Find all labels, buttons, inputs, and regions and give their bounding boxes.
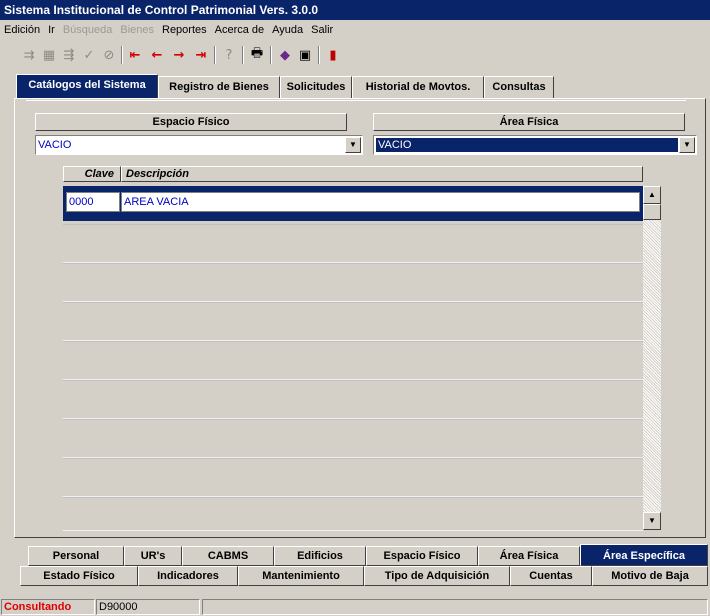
title-bar: Sistema Institucional de Control Patrimo… [0,0,710,20]
table-row[interactable] [63,497,643,531]
tab-edificios[interactable]: Edificios [274,546,366,566]
duplicate-record-icon[interactable]: ▦ [40,46,58,64]
espacio-fisico-header: Espacio Físico [35,113,347,131]
tab-area-especifica[interactable]: Área Específica [580,544,708,566]
espacio-fisico-select[interactable]: VACIO ▼ [35,135,363,155]
menu-bienes[interactable]: Bienes [116,20,158,40]
exit-door-icon[interactable]: ▮ [324,46,342,64]
insert-record-icon[interactable]: ⇉ [20,46,38,64]
cell-clave[interactable]: 0000 [66,192,120,212]
tab-urs[interactable]: UR's [124,546,182,566]
tab-area-fisica[interactable]: Área Física [478,546,580,566]
toolbar-separator [242,46,244,64]
menu-busqueda[interactable]: Búsqueda [59,20,117,40]
tab-cabms[interactable]: CABMS [182,546,274,566]
status-mode: Consultando [1,599,95,615]
tab-historial[interactable]: Historial de Movtos. [352,76,484,98]
tab-consultas[interactable]: Consultas [484,76,554,98]
table-row[interactable] [63,224,643,263]
tab-estado-fisico[interactable]: Estado Físico [20,566,138,586]
menu-edicion[interactable]: Edición [0,20,44,40]
first-record-icon[interactable]: ⇤ [126,46,144,64]
scroll-down-icon[interactable]: ▼ [643,512,661,530]
tab-indicadores[interactable]: Indicadores [138,566,238,586]
cancel-icon[interactable]: ⊘ [100,46,118,64]
tab-solicitudes[interactable]: Solicitudes [280,76,352,98]
tab-personal[interactable]: Personal [28,546,124,566]
last-record-icon[interactable]: ⇥ [192,46,210,64]
table-row[interactable] [63,380,643,419]
toolbar-separator [270,46,272,64]
save-icon[interactable]: ▣ [296,46,314,64]
status-code: D90000 [96,599,200,615]
menu-acerca-de[interactable]: Acerca de [211,20,269,40]
menu-salir[interactable]: Salir [307,20,337,40]
area-fisica-header: Área Física [373,113,685,131]
tab-cuentas[interactable]: Cuentas [510,566,592,586]
scroll-thumb[interactable] [643,204,661,220]
toolbar-separator [318,46,320,64]
cell-descripcion[interactable]: AREA VACIA [121,192,640,212]
previous-record-icon[interactable]: ← [148,46,166,64]
table-row[interactable] [63,302,643,341]
chevron-down-icon[interactable]: ▼ [345,137,361,153]
accept-icon[interactable]: ✓ [80,46,98,64]
delete-record-icon[interactable]: ⇶ [60,46,78,64]
status-bar: Consultando D90000 [0,598,710,616]
table-row[interactable] [63,419,643,458]
menu-bar: Edición Ir Búsqueda Bienes Reportes Acerca de… [0,20,710,40]
tab-registro-bienes[interactable]: Registro de Bienes [158,76,280,98]
query-icon[interactable]: ? [220,46,238,64]
column-header-descripcion: Descripción [121,166,643,182]
tab-tipo-adquisicion[interactable]: Tipo de Adquisición [364,566,510,586]
scroll-up-icon[interactable]: ▲ [643,186,661,204]
eraser-icon[interactable]: ◆ [276,46,294,64]
table-row[interactable] [63,341,643,380]
divider [26,100,686,101]
status-message [202,599,708,615]
espacio-fisico-value: VACIO [38,139,72,151]
column-header-clave: Clave [63,166,121,182]
table-row[interactable] [63,458,643,497]
chevron-down-icon[interactable]: ▼ [679,137,695,153]
tab-espacio-fisico[interactable]: Espacio Físico [366,546,478,566]
table-row[interactable] [63,263,643,302]
print-icon[interactable]: 🖶 [248,46,266,64]
tab-motivo-baja[interactable]: Motivo de Baja [592,566,708,586]
vertical-scrollbar[interactable]: ▲ ▼ [643,186,661,530]
menu-reportes[interactable]: Reportes [158,20,211,40]
tab-catalogos[interactable]: Catálogos del Sistema [16,74,158,98]
tab-mantenimiento[interactable]: Mantenimiento [238,566,364,586]
toolbar-separator [121,46,123,64]
toolbar-separator [214,46,216,64]
next-record-icon[interactable]: → [170,46,188,64]
toolbar: ⇉ ▦ ⇶ ✓ ⊘ ⇤ ← → ⇥ ? 🖶 ◆ ▣ ▮ [0,40,710,70]
menu-ayuda[interactable]: Ayuda [268,20,307,40]
area-fisica-select[interactable]: VACIO ▼ [373,135,697,155]
data-grid [63,183,643,531]
area-fisica-value: VACIO [375,137,679,153]
menu-ir[interactable]: Ir [44,20,59,40]
window-title: Sistema Institucional de Control Patrimo… [4,3,319,17]
